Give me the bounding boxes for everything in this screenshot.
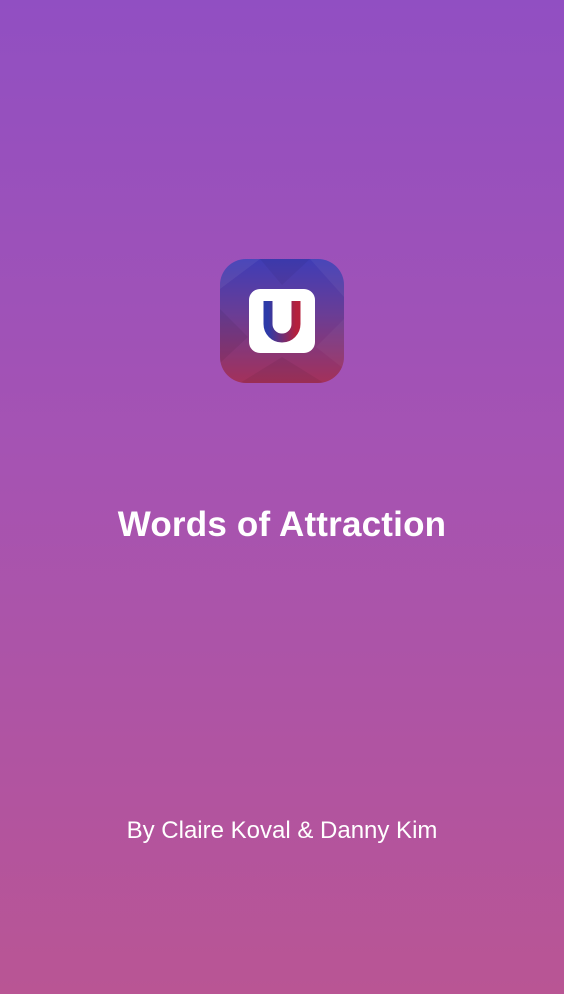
splash-screen: Words of Attraction By Claire Koval & Da… [0, 0, 564, 994]
app-title: Words of Attraction [117, 505, 447, 544]
credits-text: By Claire Koval & Danny Kim [126, 817, 438, 844]
app-icon [220, 259, 344, 383]
u-magnet-icon [220, 259, 344, 383]
